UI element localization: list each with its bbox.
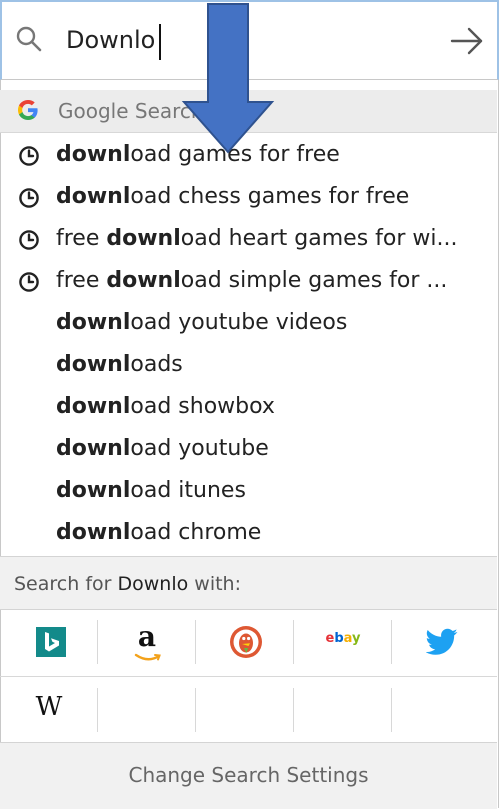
ebay-icon: ebay [325,631,361,646]
wikipedia-icon: W [35,692,63,722]
suggestion-text: free download simple games for ... [56,268,448,293]
amazon-engine-button[interactable]: a [98,610,196,674]
suggestion-text: free download heart games for wi... [56,226,458,251]
grid-divider [0,676,497,677]
empty-engine-slot [98,678,196,742]
suggestion-text: download showbox [56,394,275,419]
list-item[interactable]: free download simple games for ... [0,262,497,304]
suggestion-text: download chrome [56,520,262,545]
change-search-settings-button[interactable]: Change Search Settings [0,742,497,809]
wikipedia-engine-button[interactable]: W [0,678,98,742]
list-item[interactable]: download itunes [0,472,497,514]
history-clock-icon [19,272,39,292]
text-caret [159,24,161,60]
list-item[interactable]: download youtube [0,430,497,472]
suggestion-text: download chess games for free [56,184,410,209]
ebay-engine-button[interactable]: ebay [294,610,392,674]
list-item[interactable]: download chess games for free [0,178,497,220]
settings-label: Change Search Settings [128,763,369,787]
empty-engine-slot [196,678,294,742]
bing-icon [36,627,66,657]
one-off-engines-grid: a ebay W [0,610,497,742]
list-item[interactable]: download showbox [0,388,497,430]
suggestion-text: download itunes [56,478,246,503]
list-item[interactable]: free download heart games for wi... [0,220,497,262]
suggestion-text: download youtube videos [56,310,348,335]
suggestion-text: download youtube [56,436,269,461]
list-item[interactable]: download youtube videos [0,304,497,346]
suggestion-text: downloads [56,352,183,377]
search-for-label: Search for Downlo with: [14,573,241,595]
list-item[interactable]: downloads [0,346,497,388]
history-clock-icon [19,188,39,208]
twitter-icon [426,628,458,655]
amazon-smile-icon [134,653,161,661]
list-item[interactable]: download chrome [0,514,497,556]
go-arrow-icon[interactable] [450,26,484,56]
twitter-engine-button[interactable] [392,610,490,674]
duckduckgo-icon [230,626,262,658]
amazon-icon: a [137,620,157,653]
history-clock-icon [19,146,39,166]
annotation-arrow-icon [181,3,275,154]
bing-engine-button[interactable] [0,610,98,674]
empty-engine-slot [294,678,392,742]
empty-engine-slot [392,678,490,742]
google-g-icon [18,100,38,120]
duckduckgo-engine-button[interactable] [196,610,294,674]
history-clock-icon [19,230,39,250]
search-icon [16,26,42,52]
search-for-header: Search for Downlo with: [0,556,497,610]
